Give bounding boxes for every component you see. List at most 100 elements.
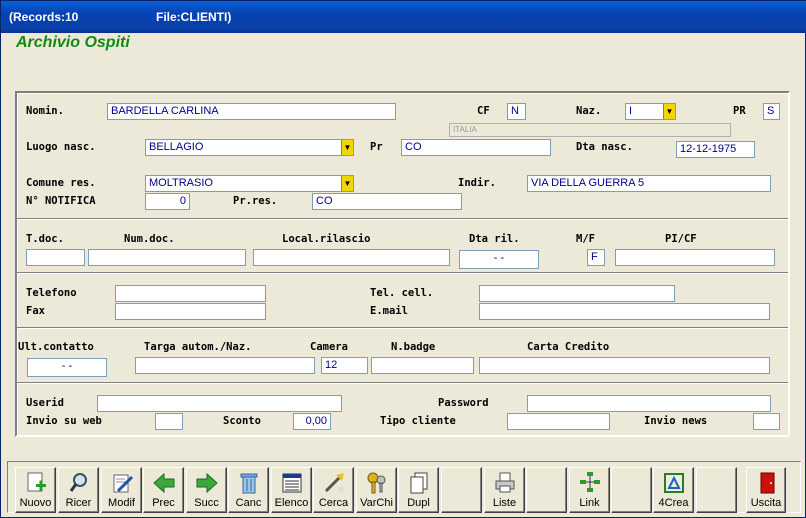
label-targa: Targa autom./Naz. [144,341,252,353]
field-dta-nasc[interactable]: 12-12-1975 [676,141,755,158]
field-mf[interactable]: F [587,249,605,266]
field-nbadge[interactable] [371,357,474,374]
field-pr2[interactable]: CO [401,139,551,156]
separator [17,327,788,329]
field-comune[interactable]: MOLTRASIO ▼ [145,175,354,192]
naz-value: I [629,105,633,117]
label-picf: PI/CF [665,233,697,245]
label-indir: Indir. [458,177,496,189]
label-dtaril: Dta ril. [469,233,520,245]
field-luogo[interactable]: BELLAGIO ▼ [145,139,354,156]
next-arrow-icon [195,471,219,495]
trash-icon [237,471,261,495]
field-targa[interactable] [135,357,315,374]
label-email: E.mail [370,305,408,317]
records-count: (Records:10 [9,10,79,24]
toolbar-button-uscita[interactable]: Uscita [746,467,786,513]
toolbar-button-modif[interactable]: Modif [101,467,142,513]
chevron-down-icon[interactable]: ▼ [341,140,353,155]
toolbar-button-varchi[interactable]: VarChi [356,467,397,513]
keys-icon [365,471,389,495]
label-cf: CF [477,105,490,117]
toolbar-button-ricer[interactable]: Ricer [58,467,99,513]
duplicate-icon [407,471,431,495]
field-nomin[interactable]: BARDELLA CARLINA [107,103,396,120]
prev-arrow-icon [152,471,176,495]
toolbar-button-liste[interactable]: Liste [484,467,525,513]
toolbar-label: Dupl [407,497,430,509]
label-telcell: Tel. cell. [370,287,434,299]
label-telefono: Telefono [26,287,77,299]
field-cf[interactable]: N [507,103,526,120]
title-bar: (Records:10 File:CLIENTI) [1,1,806,33]
toolbar-button-cerca[interactable]: Cerca [313,467,354,513]
label-luogo: Luogo nasc. [26,141,96,153]
label-numdoc: Num.doc. [124,233,175,245]
new-doc-icon [24,471,48,495]
toolbar-button-prec[interactable]: Prec [143,467,184,513]
label-invionews: Invio news [644,415,708,427]
field-password[interactable] [527,395,771,412]
toolbar-button-empty[interactable] [526,467,567,513]
label-naz: Naz. [576,105,602,117]
field-indir[interactable]: VIA DELLA GUERRA 5 [527,175,771,192]
field-naz[interactable]: I ▼ [625,103,676,120]
field-fax[interactable] [115,303,266,320]
chevron-down-icon[interactable]: ▼ [341,176,353,191]
nation-name: ITALIA [449,123,731,137]
link-icon [578,471,602,495]
luogo-value: BELLAGIO [149,141,204,153]
field-pr[interactable]: S [763,103,780,120]
field-camera[interactable]: 12 [321,357,368,374]
label-ultcontatto: Ult.contatto [18,341,94,353]
field-notifica[interactable]: 0 [145,193,190,210]
toolbar-label: Elenco [274,497,309,509]
separator [17,382,788,384]
label-carta: Carta Credito [527,341,610,353]
field-invionews[interactable] [753,413,780,430]
toolbar-button-dupl[interactable]: Dupl [398,467,439,513]
chevron-down-icon[interactable]: ▼ [663,104,675,119]
field-userid[interactable] [97,395,342,412]
field-telcell[interactable] [479,285,675,302]
field-ultcontatto[interactable]: - - [27,358,107,377]
label-password: Password [438,397,489,409]
label-local: Local.rilascio [282,233,371,245]
field-dtaril[interactable]: - - [459,250,539,269]
toolbar-button-empty[interactable] [696,467,737,513]
find-icon [322,471,346,495]
field-email[interactable] [479,303,770,320]
toolbar-button-canc[interactable]: Canc [228,467,269,513]
toolbar-label: Cerca [318,497,349,509]
toolbar-label: Succ [194,497,219,509]
field-carta[interactable] [479,357,770,374]
label-dta-nasc: Dta nasc. [576,141,633,153]
edit-icon [110,471,134,495]
field-tipocliente[interactable] [507,413,610,430]
create-icon [662,471,686,495]
separator [17,218,788,220]
field-picf[interactable] [615,249,775,266]
field-sconto[interactable]: 0,00 [293,413,331,430]
field-prres[interactable]: CO [312,193,462,210]
exit-door-icon [755,471,779,495]
toolbar-label: Link [579,497,600,509]
toolbar-button-succ[interactable]: Succ [186,467,227,513]
toolbar-label: VarChi [360,497,393,509]
field-local[interactable] [253,249,450,266]
toolbar-label: Modif [108,497,135,509]
toolbar-button-nuovo[interactable]: Nuovo [15,467,56,513]
field-tdoc[interactable] [26,249,85,266]
label-camera: Camera [310,341,348,353]
field-telefono[interactable] [115,285,266,302]
toolbar-button-link[interactable]: Link [569,467,610,513]
toolbar-label: Nuovo [19,497,52,509]
toolbar-button-empty[interactable] [611,467,652,513]
toolbar-button-elenco[interactable]: Elenco [271,467,312,513]
label-prres: Pr.res. [233,195,278,207]
field-numdoc[interactable] [88,249,246,266]
toolbar-button-empty[interactable] [441,467,482,513]
toolbar-label: 4Crea [658,497,689,509]
toolbar-button-4crea[interactable]: 4Crea [653,467,694,513]
field-invioweb[interactable] [155,413,183,430]
